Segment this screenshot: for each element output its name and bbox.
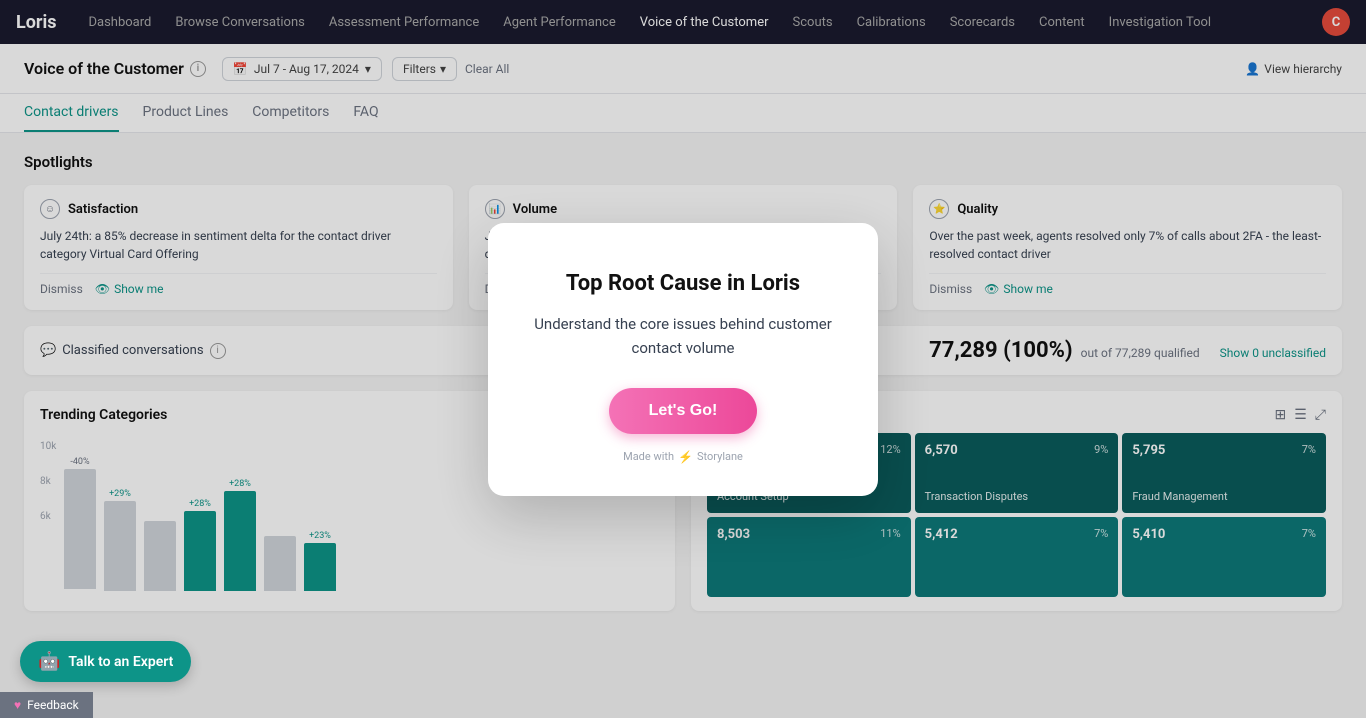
modal-footer-text: Made with [623, 450, 674, 463]
modal-footer-brand: Storylane [697, 450, 743, 463]
modal-title: Top Root Cause in Loris [528, 271, 838, 296]
lets-go-button[interactable]: Let's Go! [609, 388, 758, 434]
modal-dialog: Top Root Cause in Loris Understand the c… [488, 223, 878, 496]
modal-footer: Made with ⚡ Storylane [528, 450, 838, 464]
modal-subtitle: Understand the core issues behind custom… [528, 312, 838, 360]
storylane-icon: ⚡ [678, 450, 693, 464]
talk-expert-label: Talk to an Expert [68, 654, 173, 670]
modal-overlay[interactable]: Top Root Cause in Loris Understand the c… [0, 0, 1366, 718]
feedback-label: Feedback [27, 698, 79, 712]
robot-icon: 🤖 [38, 651, 60, 672]
talk-to-expert-button[interactable]: 🤖 Talk to an Expert [20, 641, 191, 682]
feedback-button[interactable]: ♥ Feedback [0, 692, 93, 718]
heart-icon: ♥ [14, 698, 21, 712]
